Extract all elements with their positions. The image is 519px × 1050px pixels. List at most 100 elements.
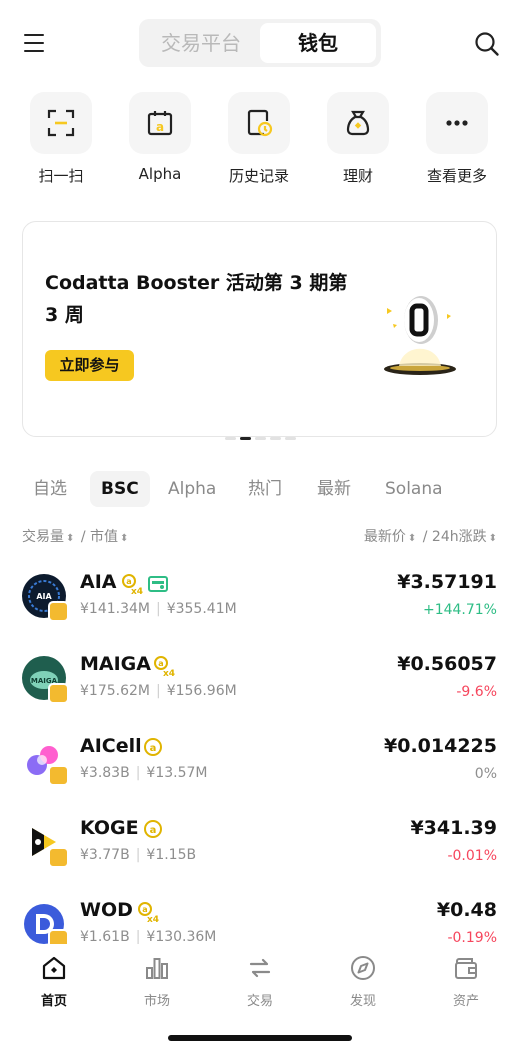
token-volume-mcap: ¥175.62M | ¥156.96M: [80, 683, 237, 699]
nav-label: 发现: [349, 994, 376, 1009]
tab-newest[interactable]: 最新: [317, 471, 351, 507]
token-change: +144.71%: [422, 602, 497, 618]
svg-text:x4: x4: [131, 587, 143, 595]
quick-action-more[interactable]: 查看更多: [424, 92, 490, 186]
tab-bsc[interactable]: BSC: [90, 471, 150, 507]
nav-label: 首页: [40, 994, 67, 1009]
token-symbol: AIA: [80, 571, 117, 593]
quick-action-label: 查看更多: [426, 167, 487, 185]
home-icon: [42, 956, 66, 980]
token-mcap: ¥1.15B: [146, 847, 197, 863]
sort-right[interactable]: 最新价 ⬍ / 24h涨跌 ⬍: [364, 526, 499, 546]
quick-action-earn[interactable]: 理财: [325, 92, 391, 186]
bnb-chain-icon: [48, 929, 69, 945]
sort-price-label[interactable]: 最新价: [364, 529, 406, 545]
svg-text:x4: x4: [147, 915, 159, 923]
token-price: ¥0.014225: [384, 735, 497, 757]
token-row[interactable]: KOGE a ¥3.77B | ¥1.15B ¥341.39 -0.01%: [0, 809, 519, 891]
token-volume: ¥1.61B: [80, 929, 130, 945]
nav-label: 资产: [452, 994, 479, 1009]
alpha-icon: a: [143, 819, 163, 843]
token-symbol: KOGE: [80, 817, 139, 839]
discover-icon: [351, 956, 375, 980]
alpha-multiplier-icon: a x4: [121, 573, 143, 599]
nav-home[interactable]: 首页: [19, 954, 89, 1009]
token-price: ¥341.39: [410, 817, 497, 839]
menu-icon[interactable]: [24, 34, 44, 52]
history-icon: [228, 92, 290, 154]
promo-banner[interactable]: Codatta Booster 活动第 3 期第 3 周 立即参与: [22, 221, 497, 440]
token-volume: ¥3.77B: [80, 847, 130, 863]
bottom-nav: 首页 市场 交易 发现 资产: [0, 944, 519, 1014]
bnb-chain-icon: [48, 683, 69, 704]
money-bag-icon: [327, 92, 389, 154]
market-icon: [146, 958, 168, 979]
nav-market[interactable]: 市场: [122, 954, 192, 1009]
quick-action-alpha[interactable]: a Alpha: [127, 92, 193, 183]
token-change: -0.19%: [447, 930, 497, 945]
segment-wallet[interactable]: 钱包: [260, 23, 376, 63]
token-volume-mcap: ¥141.34M | ¥355.41M: [80, 601, 237, 617]
quick-action-label: Alpha: [138, 165, 182, 183]
nav-label: 交易: [246, 994, 273, 1009]
token-volume-mcap: ¥3.83B | ¥13.57M: [80, 765, 208, 781]
svg-text:AIA: AIA: [36, 592, 52, 601]
token-row[interactable]: AICell a ¥3.83B | ¥13.57M ¥0.014225 0%: [0, 727, 519, 809]
quick-action-history[interactable]: 历史记录: [226, 92, 292, 186]
nav-label: 市场: [143, 994, 170, 1009]
sort-left[interactable]: 交易量 ⬍ / 市值 ⬍: [22, 526, 130, 546]
home-indicator: [168, 1035, 352, 1041]
segment-exchange[interactable]: 交易平台: [145, 23, 257, 63]
sort-arrows-icon: ⬍: [407, 533, 417, 544]
bnb-chain-icon: [48, 847, 69, 868]
banner-title: Codatta Booster 活动第 3 期第 3 周: [45, 272, 348, 326]
token-price: ¥0.56057: [397, 653, 497, 675]
sort-change-label[interactable]: 24h涨跌: [432, 529, 487, 545]
wallet-icon: [455, 958, 477, 979]
token-mcap: ¥130.36M: [146, 929, 217, 945]
tab-favorites[interactable]: 自选: [33, 471, 67, 507]
search-icon[interactable]: [474, 31, 500, 57]
quick-action-label: 理财: [342, 167, 373, 185]
nav-trade[interactable]: 交易: [225, 954, 295, 1009]
svg-text:a: a: [150, 743, 157, 754]
nav-assets[interactable]: 资产: [431, 954, 501, 1009]
tab-hot[interactable]: 热门: [248, 471, 282, 507]
token-row[interactable]: AIA AIA a x4 ¥141.34M | ¥355.41M ¥3.57191 +…: [0, 563, 519, 645]
nav-discover[interactable]: 发现: [328, 954, 398, 1009]
sort-volume-label[interactable]: 交易量: [22, 529, 64, 545]
mode-switch: 交易平台 钱包: [139, 19, 381, 67]
token-mcap: ¥355.41M: [166, 601, 237, 617]
token-symbol: AICell: [80, 735, 142, 757]
sort-arrows-icon: ⬍: [488, 533, 497, 544]
carousel-dots: [225, 425, 300, 444]
token-change: -9.6%: [456, 684, 497, 700]
svg-text:a: a: [156, 120, 164, 134]
alpha-calendar-icon: a: [129, 92, 191, 154]
token-volume-mcap: ¥1.61B | ¥130.36M: [80, 929, 217, 945]
token-row[interactable]: MAIGA MAIGA a x4 ¥175.62M | ¥156.96M ¥0.560…: [0, 645, 519, 727]
token-mcap: ¥13.57M: [146, 765, 208, 781]
join-now-button[interactable]: 立即参与: [45, 350, 134, 381]
svg-text:a: a: [150, 825, 157, 836]
trade-icon: [249, 958, 271, 978]
quick-action-scan[interactable]: 扫一扫: [28, 92, 94, 186]
tab-solana[interactable]: Solana: [385, 471, 443, 507]
sort-separator: /: [80, 529, 86, 545]
token-volume: ¥141.34M: [80, 601, 150, 617]
bnb-chain-icon: [48, 765, 69, 786]
token-price: ¥3.57191: [397, 571, 497, 593]
svg-text:a: a: [158, 659, 163, 668]
token-volume: ¥175.62M: [80, 683, 150, 699]
tab-alpha[interactable]: Alpha: [168, 471, 216, 507]
alpha-multiplier-icon: a x4: [137, 901, 159, 927]
token-row[interactable]: WOD a x4 ¥1.61B | ¥130.36M ¥0.48 -0.19%: [0, 891, 519, 945]
quick-action-label: 历史记录: [228, 167, 289, 185]
sort-mcap-label[interactable]: 市值: [90, 529, 118, 545]
svg-text:a: a: [126, 577, 131, 586]
sort-arrows-icon: ⬍: [120, 533, 129, 544]
banner-coin-illustration: [384, 296, 456, 375]
token-change: -0.01%: [447, 848, 497, 864]
sort-arrows-icon: ⬍: [66, 533, 75, 544]
token-mcap: ¥156.96M: [166, 683, 237, 699]
